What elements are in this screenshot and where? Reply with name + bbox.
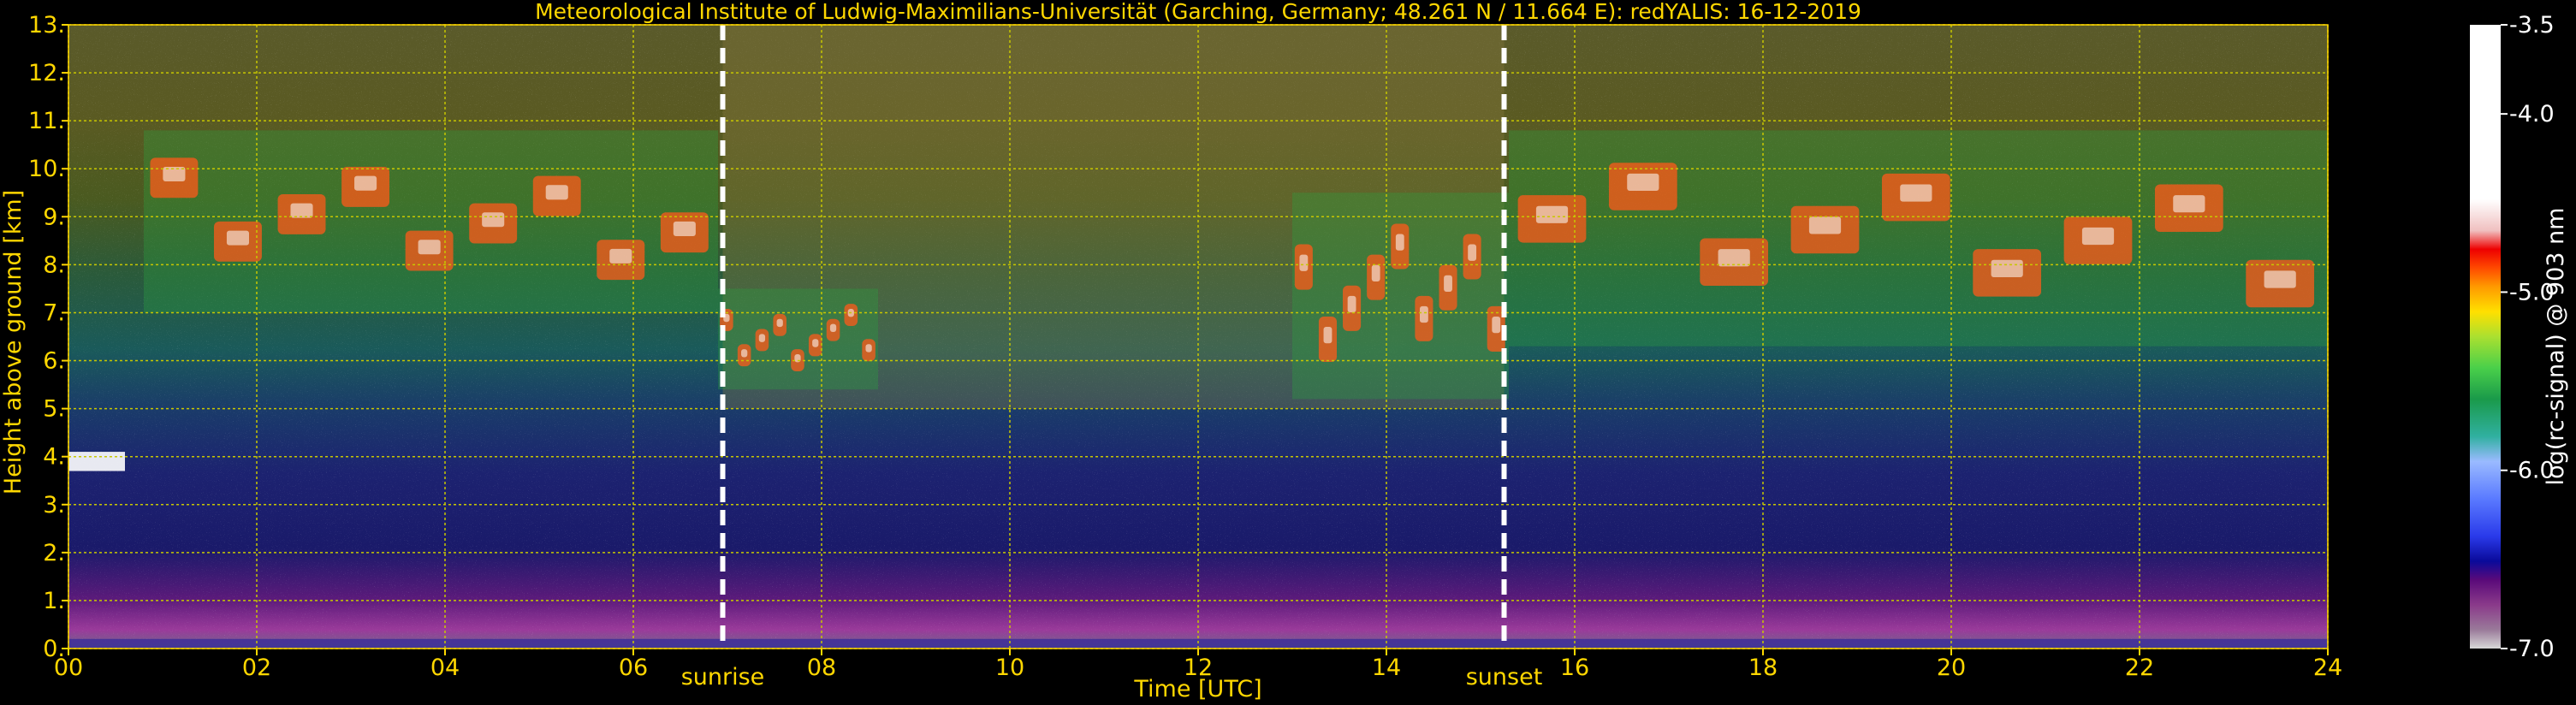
cirrus-core — [1900, 184, 1932, 202]
cirrus-core — [1347, 295, 1356, 313]
sunrise-label: sunrise — [681, 664, 765, 690]
cirrus-core — [673, 221, 696, 236]
cirrus-core — [1299, 254, 1309, 271]
cirrus-core — [1371, 264, 1380, 281]
x-tick-label: 24 — [2313, 655, 2342, 681]
y-tick-label: 8. — [43, 252, 65, 278]
y-tick-label: 10. — [28, 156, 65, 182]
y-tick-label: 2. — [43, 540, 65, 566]
x-tick-label: 20 — [1937, 655, 1966, 681]
colorbar-tick-label: -3.5 — [2509, 12, 2555, 39]
cirrus-core — [1627, 173, 1659, 192]
chart-title: Meteorological Institute of Ludwig-Maxim… — [535, 0, 1861, 24]
cirrus-core — [2081, 227, 2115, 246]
cirrus-feature-1 — [718, 288, 878, 390]
low-layer-band — [68, 452, 125, 471]
low-layer-feature-4 — [68, 452, 125, 471]
x-axis-label: Time [UTC] — [1133, 676, 1261, 702]
colorbar-tick-label: -4.0 — [2509, 101, 2555, 127]
y-tick-label: 5. — [43, 396, 65, 423]
cirrus-core — [1444, 275, 1452, 293]
cirrus-core — [290, 203, 313, 218]
y-tick-label: 4. — [43, 444, 65, 471]
cirrus-feature-0 — [144, 130, 718, 313]
x-tick-label: 06 — [619, 655, 648, 681]
cirrus-halo — [718, 288, 878, 390]
colorbar — [2470, 25, 2501, 649]
cirrus-core — [1419, 305, 1428, 323]
cirrus-core — [2264, 270, 2296, 288]
colorbar-tick-label: -7.0 — [2509, 636, 2555, 662]
colorbar-label: log(rc-signal) @ 903 nm — [2543, 208, 2569, 486]
cirrus-core — [482, 212, 505, 228]
y-tick-label: 6. — [43, 348, 65, 375]
x-tick-label: 16 — [1560, 655, 1589, 681]
y-tick-label: 13. — [28, 12, 65, 39]
sunset-label: sunset — [1466, 664, 1543, 690]
cirrus-core — [1492, 316, 1501, 334]
y-tick-label: 0. — [43, 636, 65, 662]
cirrus-core — [812, 339, 819, 347]
cirrus-feature-3 — [1509, 130, 2328, 347]
cirrus-core — [865, 344, 872, 352]
cirrus-core — [829, 323, 837, 333]
cirrus-core — [1718, 249, 1750, 267]
cirrus-core — [609, 248, 632, 264]
cirrus-core — [776, 318, 783, 328]
y-tick-label: 7. — [43, 299, 65, 326]
cirrus-core — [1535, 205, 1569, 223]
cirrus-feature-2 — [1292, 193, 1509, 400]
y-tick-label: 11. — [28, 108, 65, 134]
x-tick-label: 08 — [807, 655, 836, 681]
y-axis-label: Height above ground [km] — [0, 190, 27, 495]
x-tick-label: 10 — [995, 655, 1024, 681]
cirrus-core — [1808, 216, 1842, 234]
x-tick-label: 18 — [1748, 655, 1778, 681]
cirrus-core — [545, 185, 568, 200]
x-tick-label: 04 — [430, 655, 460, 681]
x-tick-label: 22 — [2125, 655, 2154, 681]
y-tick-label: 12. — [28, 60, 65, 86]
cirrus-core — [1991, 259, 2023, 277]
cirrus-core — [1395, 234, 1404, 251]
cirrus-core — [354, 175, 377, 191]
cirrus-core — [1468, 244, 1477, 261]
cirrus-core — [226, 230, 250, 246]
cirrus-core — [418, 240, 441, 255]
x-tick-label: 14 — [1372, 655, 1401, 681]
cirrus-core — [741, 349, 748, 358]
cirrus-core — [2173, 195, 2205, 213]
cirrus-core — [758, 334, 766, 342]
y-tick-label: 9. — [43, 204, 65, 230]
y-tick-label: 1. — [43, 588, 65, 614]
cirrus-core — [1323, 327, 1333, 344]
x-tick-label: 02 — [242, 655, 271, 681]
lidar-chart: sunrise sunset 00 02 04 06 08 10 12 14 16 18 20 22 24… — [0, 0, 2569, 702]
y-tick-label: 3. — [43, 492, 65, 518]
